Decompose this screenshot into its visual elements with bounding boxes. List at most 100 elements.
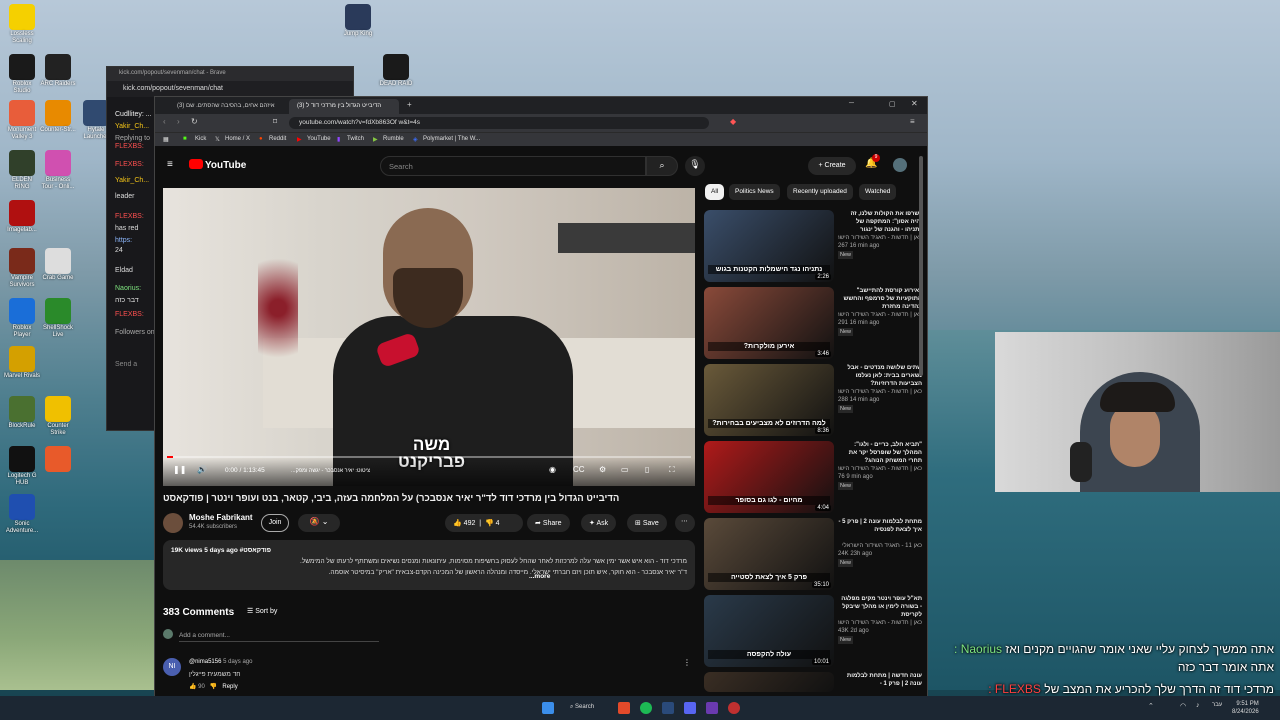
progress-bar[interactable] xyxy=(167,456,691,458)
youtube-logo[interactable]: YouTube xyxy=(189,159,246,171)
comment-menu-icon[interactable]: ⋮ xyxy=(683,658,691,667)
fullscreen-icon[interactable]: ⛶ xyxy=(669,465,675,475)
discord-taskbar-icon[interactable] xyxy=(684,702,696,714)
recommendation-title[interactable]: "אירוע קורסת להתיישב" התוקעיות של סרמפף … xyxy=(838,287,922,311)
desktop-icon[interactable]: Roblox Studio xyxy=(4,54,40,95)
menu-icon[interactable]: ≡ xyxy=(910,117,915,126)
spotify-taskbar-icon[interactable] xyxy=(640,702,652,714)
apps-icon[interactable]: ▦ xyxy=(163,136,169,143)
sort-by-button[interactable]: ☰ Sort by xyxy=(247,607,277,615)
chip-politics-news[interactable]: Politics News xyxy=(729,184,780,200)
recommendation-item[interactable]: למה הדרוזים לא מצביעים בבחירות? 8:36 שתים … xyxy=(704,364,922,436)
recommendation-item[interactable]: נתניהו נגד הישמלות הקטנות בגוש 2:26 "שרפו … xyxy=(704,210,922,282)
subscribed-button[interactable]: 🔕 ⌄ xyxy=(298,514,340,532)
minimize-icon[interactable]: ─ xyxy=(849,100,854,107)
video-player[interactable]: משהפבריקנט ❚❚ 🔊 0:00 / 1:13:45 ציטוט: יא… xyxy=(163,188,695,486)
recommendation-title[interactable]: "שרפו את הקולות שלנו, זה יהיה אסון": המת… xyxy=(838,210,922,234)
hamburger-menu-icon[interactable]: ≡ xyxy=(167,159,173,170)
comment-reply-button[interactable]: Reply xyxy=(222,684,237,690)
recommendation-item[interactable]: מהיום - לגו גם בסופר 4:04 "תביא חלב, כריים… xyxy=(704,441,922,513)
maximize-icon[interactable]: ▢ xyxy=(889,100,896,108)
desktop-icon[interactable]: BlockRule xyxy=(4,396,40,430)
desktop-icon[interactable]: Monument Valley 3 xyxy=(4,100,40,141)
bookmark-kick[interactable]: Kick xyxy=(195,136,206,142)
like-dislike-button[interactable]: 👍 492 | 👎 4 xyxy=(445,514,523,532)
desktop-icon[interactable]: ELDEN RING xyxy=(4,150,40,191)
taskbar-search[interactable]: ⌕ Search xyxy=(566,701,608,715)
share-button[interactable]: ➦ Share xyxy=(527,514,570,532)
desktop-icon[interactable]: Crab Game xyxy=(40,248,76,282)
channel-avatar[interactable] xyxy=(163,513,183,533)
clock[interactable]: 9:51 PM 8/24/2026 xyxy=(1232,700,1259,716)
bookmark-youtube[interactable]: YouTube xyxy=(307,136,331,142)
desktop-icon[interactable]: Logitech G HUB xyxy=(4,446,40,487)
channel-name[interactable]: Moshe Fabrikant xyxy=(189,513,253,522)
theater-icon[interactable]: ▯ xyxy=(645,465,649,474)
voice-search-button[interactable]: 🎙 xyxy=(685,156,705,176)
recommendation-item[interactable]: עולה להקפסה 10:01 תא"ל עופר וינטר מקים מפל… xyxy=(704,595,922,667)
desktop-icon[interactable]: Roblox Player xyxy=(4,298,40,339)
chapter-label[interactable]: ציטוט: יאיר אנסבכר - יגשה ומפק... xyxy=(291,468,370,474)
recommendation-item[interactable]: פרק 5 איך לצאת לסטייה 35:10 מתחת לבלמות עו… xyxy=(704,518,922,590)
recommendation-title[interactable]: תא"ל עופר וינטר מקים מפלגה - בשורה לימין… xyxy=(838,595,922,619)
comment-dislike-icon[interactable]: 👎 xyxy=(210,684,217,690)
recommendation-title[interactable]: "תביא חלב, כריים - ולגו": המהלך של שופרס… xyxy=(838,441,922,465)
comment-username[interactable]: @nima5156 xyxy=(189,659,221,665)
recommendation-title[interactable]: מתחת לבלמות עונה 2 | פרק 5 - איך לצאת לפ… xyxy=(838,518,923,542)
brave-shield-icon[interactable]: ◆ xyxy=(730,117,736,126)
recommendation-channel[interactable]: כאן | חדשות - תאגיד השידור הישראלי xyxy=(838,465,922,473)
create-button[interactable]: + Create xyxy=(808,157,856,175)
tray-chevron-icon[interactable]: ⌃ xyxy=(1148,702,1154,710)
app-taskbar-icon[interactable] xyxy=(706,702,718,714)
language-indicator[interactable]: עבר xyxy=(1212,702,1222,708)
bookmark-icon[interactable]: ⌑ xyxy=(273,117,277,126)
chip-all[interactable]: All xyxy=(705,184,725,200)
recommendation-thumbnail[interactable]: נתניהו נגד הישמלות הקטנות בגוש 2:26 xyxy=(704,210,834,282)
wifi-icon[interactable]: ◠ xyxy=(1180,702,1186,710)
recommendation-item[interactable]: אירען מולקרות? 3:46 "אירוע קורסת להתיישב" … xyxy=(704,287,922,359)
recommendation-channel[interactable]: כאן | חדשות - תאגיד השידור הישראלי xyxy=(838,311,922,319)
recommendation-channel[interactable]: כאן | חדשות - תאגיד השידור הישראלי xyxy=(838,388,922,396)
autoplay-icon[interactable]: ◉ xyxy=(549,465,556,474)
url-input[interactable]: youtube.com/watch?v=fdXb863Of w&t=4s xyxy=(289,117,709,129)
bookmark-rumble[interactable]: Rumble xyxy=(383,136,404,142)
more-link[interactable]: ...more xyxy=(529,571,550,582)
search-input[interactable]: Search xyxy=(380,156,646,176)
back-icon[interactable]: ‹ xyxy=(163,117,166,126)
desktop-icon[interactable]: Lossless Scaling xyxy=(4,4,40,45)
recommendation-thumbnail[interactable]: למה הדרוזים לא מצביעים בבחירות? 8:36 xyxy=(704,364,834,436)
speaker-icon[interactable]: ♪ xyxy=(1196,702,1200,709)
browser-tab-2[interactable]: הדיבייט הגדול בין מרדכי דוד ל (3) xyxy=(289,99,399,114)
recommendation-thumbnail[interactable]: אירען מולקרות? 3:46 xyxy=(704,287,834,359)
forward-icon[interactable]: › xyxy=(177,117,180,126)
desktop-icon[interactable]: Marvel Rivals xyxy=(4,346,40,380)
recommendation-thumbnail[interactable] xyxy=(704,672,834,692)
desktop-icon[interactable]: Jump King xyxy=(340,4,376,38)
description-box[interactable]: 19K views 5 days ago #פודקאסט מרדכי דוד … xyxy=(163,540,695,590)
ask-button[interactable]: ✦ Ask xyxy=(581,514,617,532)
pause-icon[interactable]: ❚❚ xyxy=(173,465,186,474)
volume-icon[interactable]: 🔊 xyxy=(197,465,207,474)
desktop-icon[interactable]: DEAD RAID xyxy=(378,54,414,88)
comment-avatar[interactable]: NI xyxy=(163,658,181,676)
recommendation-thumbnail[interactable]: מהיום - לגו גם בסופר 4:04 xyxy=(704,441,834,513)
desktop-icon[interactable]: Imagelab... xyxy=(4,200,40,234)
chip-watched[interactable]: Watched xyxy=(859,184,897,200)
recommendation-channel[interactable]: כאן 11 - תאגיד השידור הישראלי xyxy=(838,542,922,550)
join-button[interactable]: Join xyxy=(261,514,289,532)
record-taskbar-icon[interactable] xyxy=(728,702,740,714)
page-scrollbar[interactable] xyxy=(919,156,923,376)
recommendation-thumbnail[interactable]: עולה להקפסה 10:01 xyxy=(704,595,834,667)
browser-tab-1[interactable]: איזהם אחים, בהסיבה שהסתים. שם (3) xyxy=(169,99,289,114)
desktop-icon[interactable]: ARC Raiders xyxy=(40,54,76,88)
comment-author[interactable]: @nima5156 5 days ago xyxy=(189,659,252,665)
close-icon[interactable]: ✕ xyxy=(911,99,918,108)
bookmark-home-x[interactable]: Home / X xyxy=(225,136,250,142)
search-button[interactable]: ⌕ xyxy=(646,156,678,176)
windows-start-icon[interactable] xyxy=(542,702,554,714)
recommendation-title[interactable]: שתים שלושה מנדטים - אבל נשארים בבית: לאן… xyxy=(838,364,922,388)
add-comment-input[interactable]: Add a comment... xyxy=(179,632,379,642)
miniplayer-icon[interactable]: ▭ xyxy=(621,465,629,474)
account-avatar[interactable] xyxy=(893,158,907,172)
recommendation-title[interactable]: עונה חדשה | מתחת לבלמות עונה 2 | פרק 1 - xyxy=(838,672,922,696)
